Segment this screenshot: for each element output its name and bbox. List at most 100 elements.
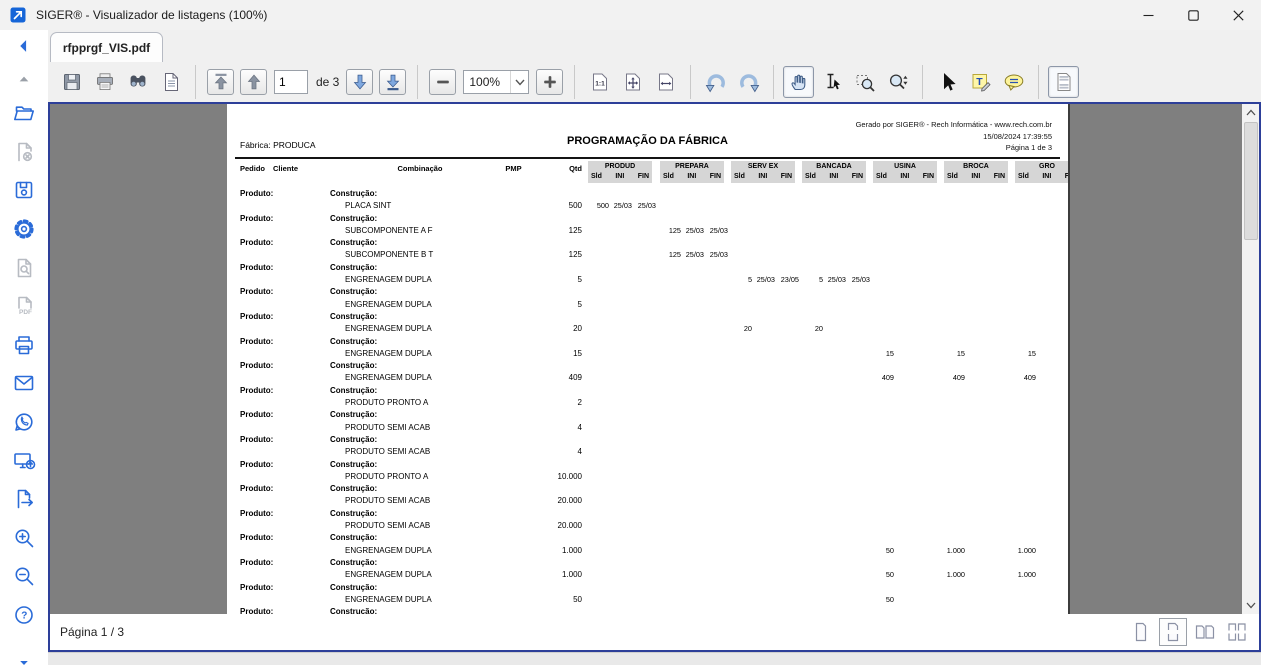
product-name: ENGRENAGEM DUPLA xyxy=(345,348,432,360)
construcao-label: Construção: xyxy=(330,459,377,471)
construcao-label: Construção: xyxy=(330,286,377,298)
fit-page-button[interactable] xyxy=(617,66,648,98)
rotate-left-button[interactable] xyxy=(700,66,731,98)
publish-button[interactable] xyxy=(9,449,39,473)
zoom-dynamic-button[interactable] xyxy=(882,66,913,98)
zoom-in-sidebar-button[interactable] xyxy=(9,526,39,550)
construcao-label: Construção: xyxy=(330,508,377,520)
zoom-in-button[interactable] xyxy=(536,69,563,95)
text-cursor-icon xyxy=(820,70,844,94)
product-qtd: 125 xyxy=(517,225,582,237)
product-name: ENGRENAGEM DUPLA xyxy=(345,545,432,557)
export-button[interactable] xyxy=(9,487,39,511)
produto-label: Produto: xyxy=(240,213,273,225)
print-button[interactable] xyxy=(89,66,120,98)
maximize-icon xyxy=(1188,10,1199,21)
window-bottom-edge xyxy=(48,652,1261,665)
zoom-out-icon xyxy=(12,564,36,588)
whatsapp-button[interactable] xyxy=(9,410,39,434)
text-note-button[interactable]: T xyxy=(965,66,996,98)
product-name: PLACA SINT xyxy=(345,200,391,212)
comment-button[interactable] xyxy=(998,66,1029,98)
generated-by: Gerado por SIGER® - Rech Informática - w… xyxy=(856,119,1052,131)
first-page-button[interactable] xyxy=(207,69,234,95)
page-number-input[interactable] xyxy=(274,70,308,94)
fit-width-button[interactable] xyxy=(650,66,681,98)
vertical-scrollbar[interactable] xyxy=(1242,104,1259,614)
report-rows: Produto:Construção:PLACA SINT50050025/03… xyxy=(227,188,1068,614)
select-annotation-button[interactable] xyxy=(932,66,963,98)
email-button[interactable] xyxy=(9,371,39,395)
print-sidebar-button[interactable] xyxy=(9,333,39,357)
collapse-sidebar-button[interactable] xyxy=(9,36,39,56)
group-cell-broca: 1.000 xyxy=(944,569,1012,581)
scroll-up-button[interactable] xyxy=(9,71,39,87)
report-row-data: SUBCOMPONENTE B T12512525/0325/03 xyxy=(227,249,1068,261)
report-title: PROGRAMAÇÃO DA FÁBRICA xyxy=(227,135,1068,147)
report-page: Gerado por SIGER® - Rech Informática - w… xyxy=(227,104,1068,614)
construcao-label: Construção: xyxy=(330,336,377,348)
continuous-view-icon xyxy=(1161,620,1185,644)
pdf-button[interactable]: PDF xyxy=(9,294,39,318)
produto-label: Produto: xyxy=(240,385,273,397)
document-tab[interactable]: rfpprgf_VIS.pdf xyxy=(50,32,163,62)
product-name: ENGRENAGEM DUPLA xyxy=(345,569,432,581)
search-button[interactable] xyxy=(122,66,153,98)
report-row-data: ENGRENAGEM DUPLA1.000501.0001.000 xyxy=(227,569,1068,581)
report-row-labels: Produto:Construção: xyxy=(227,508,1068,520)
previous-page-button[interactable] xyxy=(240,69,267,95)
scrollbar-down-button[interactable] xyxy=(1242,597,1259,614)
scrollbar-thumb[interactable] xyxy=(1244,122,1258,240)
titlebar: SIGER® - Visualizador de listagens (100%… xyxy=(0,0,1261,30)
maximize-button[interactable] xyxy=(1171,0,1216,30)
status-page-label: Página 1 / 3 xyxy=(60,625,1127,639)
report-row-data: ENGRENAGEM DUPLA5525/0323/05525/0325/03 xyxy=(227,274,1068,286)
close-document-button[interactable] xyxy=(9,140,39,164)
open-file-button[interactable] xyxy=(9,101,39,125)
close-button[interactable] xyxy=(1216,0,1261,30)
zoom-marquee-button[interactable] xyxy=(849,66,880,98)
minimize-button[interactable] xyxy=(1126,0,1171,30)
save-button[interactable] xyxy=(56,66,87,98)
report-row-data: PRODUTO PRONTO A10.000 xyxy=(227,471,1068,483)
fit-page-icon xyxy=(621,70,645,94)
save-sidebar-button[interactable] xyxy=(9,178,39,202)
select-text-button[interactable] xyxy=(816,66,847,98)
help-button[interactable]: ? xyxy=(9,603,39,627)
continuous-view-mode-button[interactable] xyxy=(1159,618,1187,646)
binoculars-icon xyxy=(126,70,150,94)
continuous-view-button[interactable] xyxy=(1048,66,1079,98)
last-page-button[interactable] xyxy=(379,69,406,95)
settings-button[interactable] xyxy=(9,217,39,241)
report-row-data: SUBCOMPONENTE A F12512525/0325/03 xyxy=(227,225,1068,237)
scrollbar-up-button[interactable] xyxy=(1242,104,1259,121)
continuous-facing-view-button[interactable] xyxy=(1223,618,1251,646)
construcao-label: Construção: xyxy=(330,606,377,614)
file-search-icon xyxy=(12,256,36,280)
preview-button[interactable] xyxy=(9,256,39,280)
zoom-level-value: 100% xyxy=(464,75,510,89)
report-row-labels: Produto:Construção: xyxy=(227,434,1068,446)
gear-icon xyxy=(12,217,36,241)
single-page-view-button[interactable] xyxy=(1127,618,1155,646)
continuous-facing-icon xyxy=(1225,620,1249,644)
zoom-level-combo[interactable]: 100% xyxy=(463,70,529,94)
document-properties-button[interactable] xyxy=(155,66,186,98)
facing-view-button[interactable] xyxy=(1191,618,1219,646)
hand-tool-button[interactable] xyxy=(783,66,814,98)
report-row-data: PLACA SINT50050025/0325/03 xyxy=(227,200,1068,212)
produto-label: Produto: xyxy=(240,286,273,298)
product-name: SUBCOMPONENTE B T xyxy=(345,249,433,261)
next-page-button[interactable] xyxy=(346,69,373,95)
product-name: ENGRENAGEM DUPLA xyxy=(345,594,432,606)
actual-size-button[interactable]: 1:1 xyxy=(584,66,615,98)
scroll-down-button[interactable] xyxy=(9,656,39,665)
single-page-icon xyxy=(1129,620,1153,644)
group-header-serv-ex: SERV EXSldINIFIN xyxy=(731,161,795,183)
zoom-out-sidebar-button[interactable] xyxy=(9,564,39,588)
product-name: PRODUTO SEMI ACAB xyxy=(345,520,430,532)
rotate-right-button[interactable] xyxy=(733,66,764,98)
document-viewport: Gerado por SIGER® - Rech Informática - w… xyxy=(50,104,1242,614)
report-row-data: ENGRENAGEM DUPLA5050 xyxy=(227,594,1068,606)
zoom-out-button[interactable] xyxy=(429,69,456,95)
